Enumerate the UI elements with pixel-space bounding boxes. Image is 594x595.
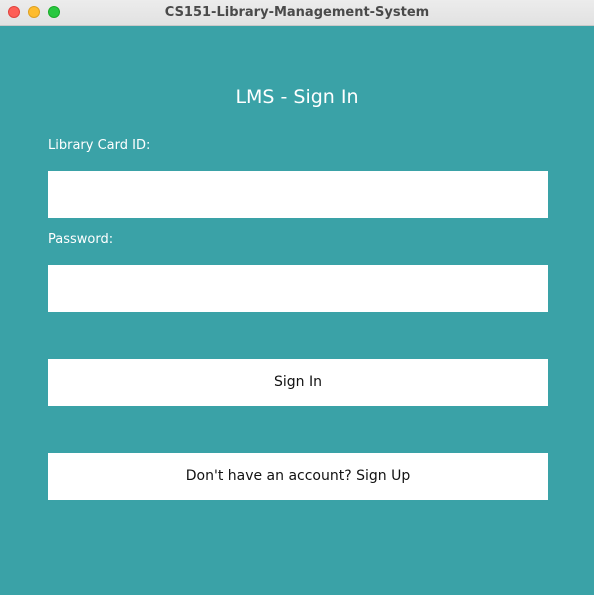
password-input[interactable]: [48, 265, 548, 312]
password-label: Password:: [48, 232, 114, 247]
sign-in-panel: LMS - Sign In Library Card ID: Password:…: [0, 27, 594, 595]
sign-in-button[interactable]: Sign In: [48, 359, 548, 406]
library-card-id-label: Library Card ID:: [48, 138, 151, 153]
sign-up-button[interactable]: Don't have an account? Sign Up: [48, 453, 548, 500]
app-window: CS151-Library-Management-System LMS - Si…: [0, 0, 594, 595]
page-title: LMS - Sign In: [235, 86, 359, 108]
title-bar[interactable]: CS151-Library-Management-System: [0, 0, 594, 26]
library-card-id-input[interactable]: [48, 171, 548, 218]
window-title: CS151-Library-Management-System: [164, 5, 430, 20]
